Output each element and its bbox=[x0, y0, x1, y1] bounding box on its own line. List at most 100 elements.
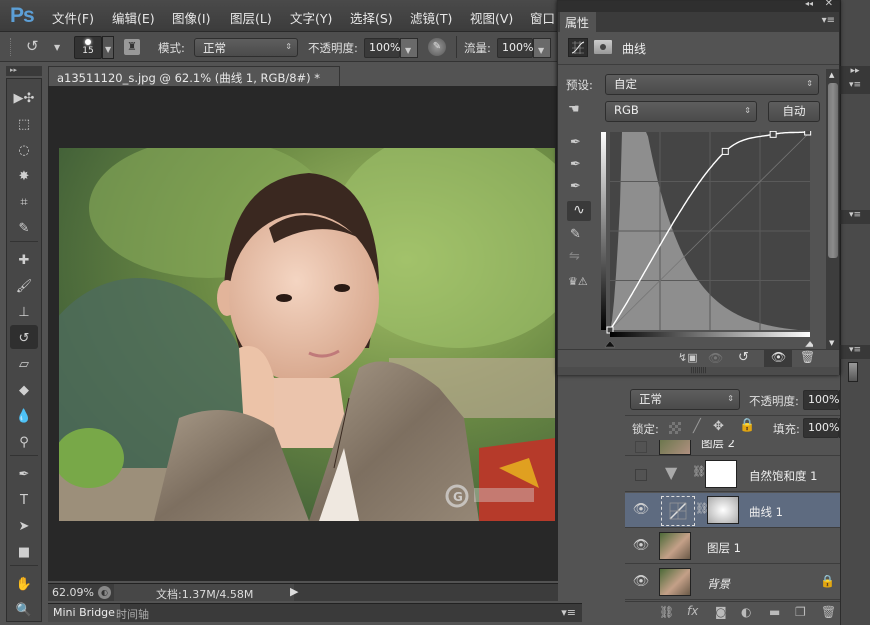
menu-view[interactable]: 视图(V) bbox=[470, 8, 513, 27]
opacity-input[interactable]: 100% bbox=[364, 38, 400, 58]
layer-name[interactable]: 曲线 1 bbox=[749, 504, 783, 520]
dock-panel-menu-icon[interactable]: ▾≡ bbox=[840, 345, 870, 359]
clip-to-layer-icon[interactable]: ↯▣ bbox=[678, 351, 698, 364]
document-image[interactable]: G bbox=[59, 148, 555, 521]
link-layers-icon[interactable]: ⛓ bbox=[659, 605, 674, 619]
curve-points-mode-icon[interactable]: ∿ bbox=[567, 201, 591, 221]
properties-scrollbar[interactable]: ▲ ▼ bbox=[826, 69, 839, 351]
lock-all-icon[interactable]: 🔒 bbox=[739, 418, 755, 433]
dodge-tool[interactable]: ⚲ bbox=[10, 429, 38, 453]
eye-icon[interactable]: 👁 bbox=[631, 538, 651, 553]
fill-input[interactable]: 100% bbox=[803, 418, 839, 438]
stamp-tool[interactable]: ⊥ bbox=[10, 299, 38, 323]
scroll-up-icon[interactable]: ▲ bbox=[829, 71, 834, 79]
dock-expand-button[interactable]: ▸▸ bbox=[840, 66, 870, 80]
channel-select[interactable]: RGB ⇕ bbox=[605, 101, 757, 122]
layer-mask-thumbnail[interactable] bbox=[705, 460, 737, 488]
menu-image[interactable]: 图像(I) bbox=[172, 8, 210, 27]
adjustment-layer-icon[interactable]: ◐ bbox=[741, 605, 751, 619]
new-layer-icon[interactable]: ❐ bbox=[795, 605, 806, 619]
curve-control-point[interactable] bbox=[721, 147, 729, 155]
panel-menu-icon[interactable]: ▾≡ bbox=[822, 15, 835, 26]
adjustment-curves-icon[interactable] bbox=[568, 38, 588, 57]
pencil-mode-icon[interactable]: ✎ bbox=[570, 227, 581, 242]
path-selection-tool[interactable]: ➤ bbox=[10, 513, 38, 537]
new-group-icon[interactable]: ▬ bbox=[769, 605, 780, 619]
scroll-thumb[interactable] bbox=[828, 83, 838, 258]
layer-row-selected[interactable]: 👁 ⛓ 曲线 1 bbox=[625, 493, 851, 528]
panel-titlebar[interactable]: ◂◂ ✕ bbox=[558, 0, 839, 12]
flow-dropdown-button[interactable]: ▼ bbox=[533, 38, 551, 58]
menu-file[interactable]: 文件(F) bbox=[52, 8, 94, 27]
white-point-slider[interactable] bbox=[804, 340, 813, 348]
healing-brush-tool[interactable]: ✚ bbox=[10, 247, 38, 271]
scroll-down-icon[interactable]: ▼ bbox=[829, 339, 834, 347]
mask-icon[interactable] bbox=[594, 40, 612, 54]
brush-preset-picker[interactable]: 15 bbox=[74, 36, 102, 59]
eye-icon[interactable]: 👁 bbox=[631, 502, 651, 517]
delete-icon[interactable]: 🗑 bbox=[800, 350, 815, 364]
brush-panel-toggle-icon[interactable]: ♜ bbox=[124, 39, 140, 55]
brush-dropdown-button[interactable]: ▼ bbox=[102, 36, 114, 59]
zoom-level[interactable]: 62.09% bbox=[52, 586, 94, 599]
layer-name[interactable]: 图层 1 bbox=[707, 540, 741, 556]
paint-bucket-tool[interactable]: ◆ bbox=[10, 377, 38, 401]
eraser-tool[interactable]: ▱ bbox=[10, 351, 38, 375]
brush-tool[interactable]: 🖌 bbox=[10, 273, 38, 297]
black-point-eyedropper-icon[interactable]: ✒ bbox=[570, 135, 581, 150]
layer-row[interactable]: 👁 背景 🔒 bbox=[625, 565, 851, 600]
collapse-panel-icon[interactable]: ◂◂ bbox=[805, 0, 813, 8]
lock-transparency-icon[interactable] bbox=[669, 422, 681, 434]
panel-resize-grip[interactable]: |||||||| bbox=[558, 367, 839, 375]
curve-control-point[interactable] bbox=[769, 131, 777, 138]
reset-icon[interactable]: ↺ bbox=[738, 350, 749, 365]
layer-name[interactable]: 自然饱和度 1 bbox=[749, 468, 817, 484]
gray-point-eyedropper-icon[interactable]: ✒ bbox=[570, 157, 581, 172]
document-tab[interactable]: a13511120_s.jpg @ 62.1% (曲线 1, RGB/8#) *… bbox=[48, 66, 340, 100]
layer-row[interactable]: 👁 图层 1 bbox=[625, 529, 851, 564]
delete-layer-icon[interactable]: 🗑 bbox=[821, 605, 836, 619]
layer-name[interactable]: 图层 2 bbox=[701, 440, 735, 451]
lock-position-icon[interactable]: ✥ bbox=[713, 419, 724, 434]
history-brush-icon[interactable]: ↺ bbox=[26, 37, 39, 55]
link-icon[interactable]: ⛓ bbox=[692, 465, 706, 478]
marquee-tool[interactable]: ⬚ bbox=[10, 111, 38, 135]
pen-tool[interactable]: ✒ bbox=[10, 461, 38, 485]
blur-tool[interactable]: 💧 bbox=[10, 403, 38, 427]
blend-mode-select[interactable]: 正常 ⇕ bbox=[630, 389, 740, 410]
crop-tool[interactable]: ⌗ bbox=[10, 189, 38, 213]
dock-scroll-thumb[interactable] bbox=[848, 362, 858, 382]
eyedropper-tool[interactable]: ✎ bbox=[10, 215, 38, 239]
history-brush-tool[interactable]: ↺ bbox=[10, 325, 38, 349]
layer-name[interactable]: 背景 bbox=[707, 576, 730, 592]
smooth-curve-icon[interactable]: ⇋ bbox=[569, 249, 580, 264]
preset-select[interactable]: 自定 ⇕ bbox=[605, 74, 819, 95]
panel-menu-icon[interactable]: ▾≡ bbox=[561, 606, 576, 619]
opacity-dropdown-button[interactable]: ▼ bbox=[400, 38, 418, 58]
targeted-adjustment-hand-icon[interactable]: ☚ bbox=[568, 102, 580, 117]
layer-mask-thumbnail[interactable] bbox=[707, 496, 739, 524]
tab-timeline[interactable]: 时间轴 bbox=[116, 606, 149, 622]
view-previous-state-icon[interactable]: 👁 bbox=[708, 351, 723, 365]
menu-select[interactable]: 选择(S) bbox=[350, 8, 393, 27]
eye-icon[interactable]: 👁 bbox=[631, 574, 651, 589]
lock-pixels-icon[interactable]: ╱ bbox=[693, 419, 701, 434]
white-point-eyedropper-icon[interactable]: ✒ bbox=[570, 179, 581, 194]
visibility-toggle[interactable] bbox=[635, 469, 647, 481]
status-info-icon[interactable]: ◐ bbox=[98, 586, 111, 599]
add-mask-icon[interactable]: ◙ bbox=[715, 605, 727, 619]
layer-opacity-input[interactable]: 100% bbox=[803, 390, 839, 410]
options-grip[interactable] bbox=[10, 38, 13, 56]
zoom-tool[interactable]: 🔍 bbox=[10, 597, 38, 621]
flow-input[interactable]: 100% bbox=[497, 38, 533, 58]
close-panel-icon[interactable]: ✕ bbox=[825, 0, 833, 9]
layer-row[interactable]: 图层 2 bbox=[625, 440, 851, 456]
pressure-opacity-icon[interactable]: ✎ bbox=[428, 38, 446, 56]
menu-window[interactable]: 窗口 bbox=[530, 8, 555, 27]
layer-row[interactable]: ▼ ⛓ 自然饱和度 1 bbox=[625, 457, 851, 492]
status-menu-arrow-icon[interactable]: ▶ bbox=[290, 585, 298, 598]
hand-tool[interactable]: ✋ bbox=[10, 571, 38, 595]
auto-button[interactable]: 自动 bbox=[768, 101, 820, 122]
clipping-warning-icon[interactable]: ♛⚠ bbox=[568, 275, 588, 288]
curve-control-point[interactable] bbox=[804, 131, 812, 136]
